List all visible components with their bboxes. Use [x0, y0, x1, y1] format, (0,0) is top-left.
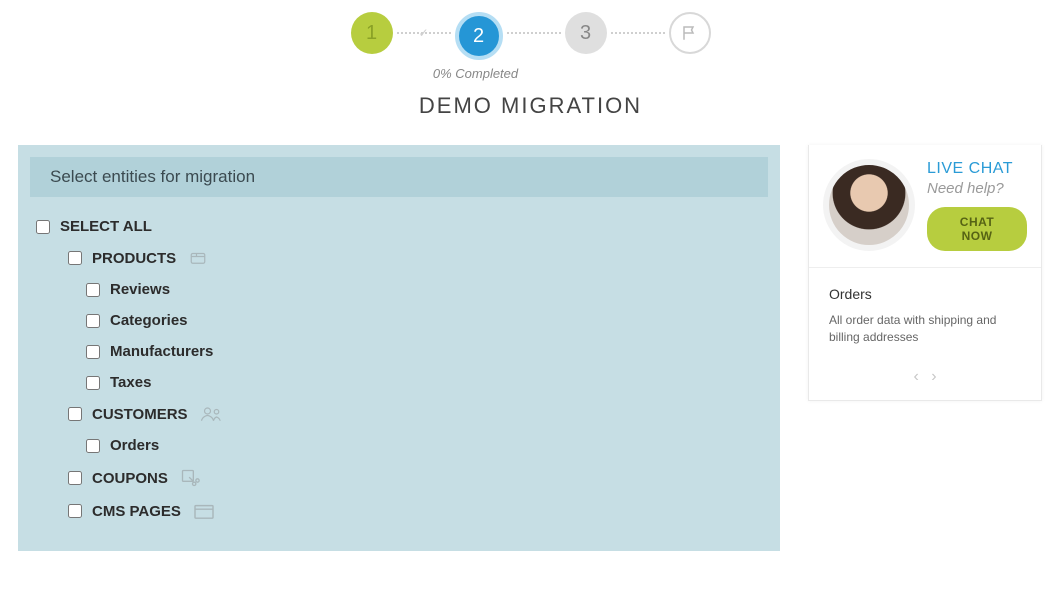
taxes-label: Taxes	[110, 374, 151, 391]
group-coupons: COUPONS	[36, 461, 762, 495]
prev-arrow-icon[interactable]: ‹	[913, 368, 918, 385]
select-all-label: SELECT ALL	[60, 218, 152, 235]
step-connector	[611, 32, 665, 34]
coupons-checkbox[interactable]	[68, 471, 82, 485]
row-orders: Orders	[36, 430, 762, 461]
progress-stepper: 1 ✓ 2 3	[0, 0, 1061, 60]
check-icon: ✓	[418, 26, 428, 40]
products-checkbox[interactable]	[68, 251, 82, 265]
info-nav: ‹ ›	[809, 360, 1041, 400]
row-categories: Categories	[36, 305, 762, 336]
categories-checkbox[interactable]	[86, 314, 100, 328]
manufacturers-label: Manufacturers	[110, 343, 213, 360]
taxes-checkbox[interactable]	[86, 376, 100, 390]
step-connector	[507, 32, 561, 34]
select-all-checkbox[interactable]	[36, 220, 50, 234]
customers-label: CUSTOMERS	[92, 406, 188, 423]
cms-pages-checkbox[interactable]	[68, 504, 82, 518]
people-icon	[200, 405, 224, 423]
orders-label: Orders	[110, 437, 159, 454]
box-icon	[188, 249, 208, 267]
entities-tree: SELECT ALL PRODUCTS Reviews Categories	[30, 211, 768, 539]
page-title: DEMO MIGRATION	[0, 93, 1061, 119]
row-reviews: Reviews	[36, 274, 762, 305]
reviews-checkbox[interactable]	[86, 283, 100, 297]
next-arrow-icon[interactable]: ›	[931, 368, 936, 385]
entities-panel: Select entities for migration SELECT ALL…	[18, 145, 780, 551]
cms-pages-label: CMS PAGES	[92, 503, 181, 520]
live-chat-title: LIVE CHAT	[927, 160, 1027, 178]
flag-icon	[681, 24, 699, 42]
products-label: PRODUCTS	[92, 250, 176, 267]
sidebar: LIVE CHAT Need help? CHAT NOW Orders All…	[808, 145, 1042, 401]
step-3[interactable]: 3	[565, 12, 607, 54]
group-customers: CUSTOMERS	[36, 398, 762, 430]
row-taxes: Taxes	[36, 367, 762, 398]
step-connector: ✓	[397, 32, 451, 34]
scissors-icon	[180, 468, 200, 488]
panel-header: Select entities for migration	[30, 157, 768, 197]
orders-checkbox[interactable]	[86, 439, 100, 453]
live-chat-subtitle: Need help?	[927, 180, 1027, 197]
progress-completed-text: 0% Completed	[0, 66, 1061, 81]
row-manufacturers: Manufacturers	[36, 336, 762, 367]
step-1[interactable]: 1	[351, 12, 393, 54]
group-cms-pages: CMS PAGES	[36, 495, 762, 527]
reviews-label: Reviews	[110, 281, 170, 298]
group-products: PRODUCTS	[36, 242, 762, 274]
step-2[interactable]: 2	[455, 12, 503, 60]
info-card-title: Orders	[829, 286, 1021, 302]
info-card-description: All order data with shipping and billing…	[829, 312, 1021, 346]
avatar	[823, 159, 915, 251]
customers-checkbox[interactable]	[68, 407, 82, 421]
live-chat-card: LIVE CHAT Need help? CHAT NOW	[809, 145, 1041, 268]
info-card: Orders All order data with shipping and …	[809, 268, 1041, 360]
chat-now-button[interactable]: CHAT NOW	[927, 207, 1027, 251]
step-finish[interactable]	[669, 12, 711, 54]
manufacturers-checkbox[interactable]	[86, 345, 100, 359]
select-all-row: SELECT ALL	[36, 211, 762, 242]
folder-icon	[193, 502, 215, 520]
categories-label: Categories	[110, 312, 188, 329]
coupons-label: COUPONS	[92, 470, 168, 487]
